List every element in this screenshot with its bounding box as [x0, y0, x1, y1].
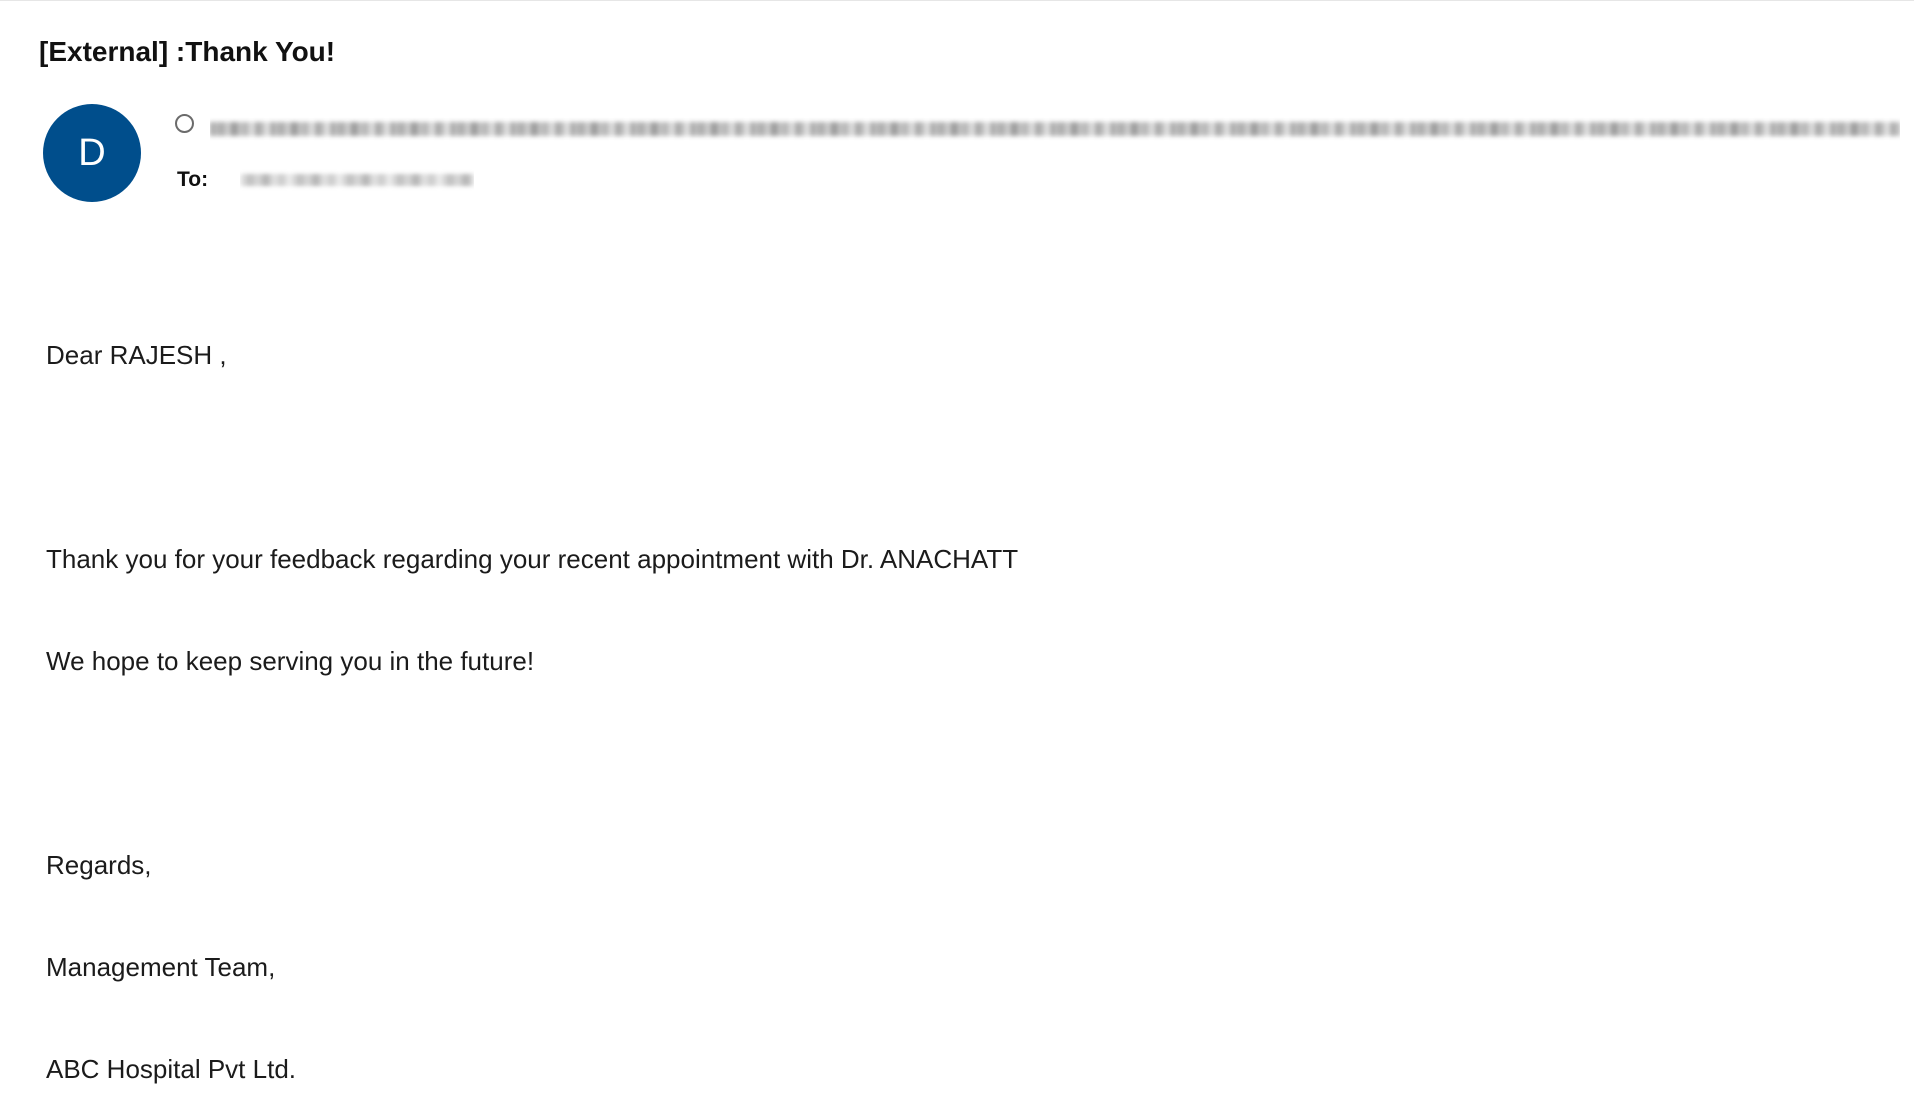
sender-redacted-address[interactable] — [210, 114, 1900, 142]
signature-company: ABC Hospital Pvt Ltd. — [46, 1054, 296, 1084]
body-line-2: We hope to keep serving you in the futur… — [46, 646, 535, 676]
redaction-blur — [240, 174, 474, 186]
avatar-initial: D — [78, 131, 106, 174]
sign-off-line: Regards, — [46, 850, 152, 880]
email-body: Dear RAJESH , Thank you for your feedbac… — [46, 270, 1018, 1120]
signature-team: Management Team, — [46, 952, 276, 982]
body-line-1: Thank you for your feedback regarding yo… — [46, 544, 1019, 574]
recipient-redacted-name[interactable] — [240, 168, 474, 192]
greeting-line: Dear RAJESH , — [46, 340, 227, 370]
to-label: To: — [177, 168, 209, 191]
email-subject: [External] :Thank You! — [39, 36, 336, 67]
redaction-blur — [210, 122, 1900, 136]
presence-status-icon — [175, 114, 194, 133]
header-divider — [0, 0, 1914, 1]
sender-avatar[interactable]: D — [43, 104, 141, 202]
